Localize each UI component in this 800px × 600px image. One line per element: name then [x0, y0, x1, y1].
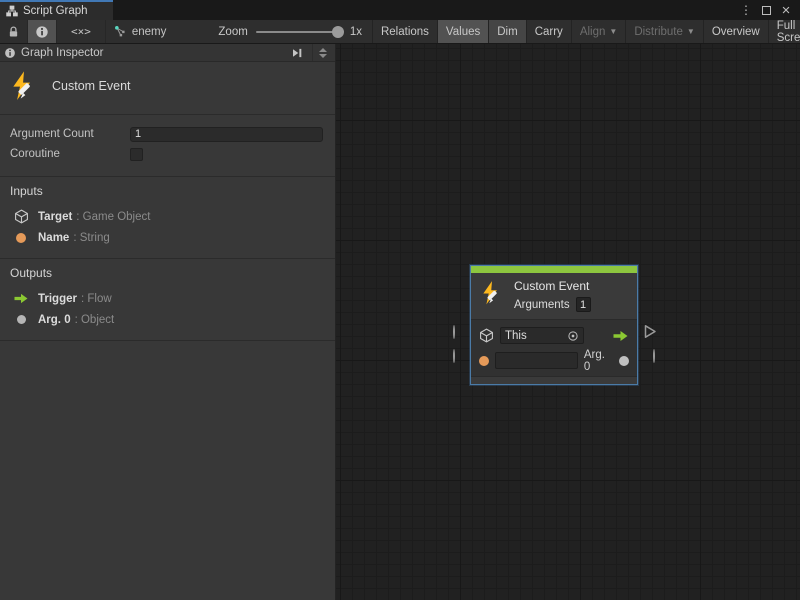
inspector-empty-area	[0, 341, 335, 600]
graph-inspector-panel: Graph Inspector	[0, 44, 336, 600]
output-row-arg0: Arg. 0 : Object	[10, 309, 325, 330]
unit-header: Custom Event	[0, 62, 335, 115]
arguments-count-field[interactable]: 1	[576, 297, 591, 312]
node-header[interactable]: Custom Event Arguments 1	[471, 273, 637, 320]
coroutine-label: Coroutine	[10, 148, 130, 160]
name-port-row: Arg. 0	[479, 350, 629, 371]
values-button[interactable]: Values	[437, 20, 488, 43]
arg0-label: Arg. 0	[584, 349, 614, 373]
custom-event-node[interactable]: Custom Event Arguments 1 This	[470, 265, 638, 385]
argument-count-row: Argument Count	[10, 124, 323, 144]
dock-icon	[291, 47, 304, 59]
input-row-name: Name : String	[10, 227, 325, 248]
coroutine-row: Coroutine	[10, 144, 323, 164]
target-this-dropdown[interactable]: This	[500, 327, 584, 344]
maximize-icon	[762, 6, 771, 15]
graph-inspector-header: Graph Inspector	[0, 44, 335, 62]
argument-count-input[interactable]	[130, 127, 323, 142]
string-port-icon	[16, 233, 26, 243]
input-row-target: Target : Game Object	[10, 206, 325, 227]
node-body: This	[471, 320, 637, 376]
inputs-section: Inputs Target : Game Object Name : Strin…	[0, 177, 335, 259]
unit-title: Custom Event	[52, 79, 131, 93]
lock-button[interactable]	[0, 20, 28, 43]
target-input-port[interactable]	[453, 326, 455, 338]
output-row-trigger: Trigger : Flow	[10, 288, 325, 309]
script-graph-window: Script Graph ⋮ × <×>	[0, 0, 800, 600]
name-input-port[interactable]	[453, 350, 455, 362]
game-object-cube-icon	[479, 328, 494, 343]
spinner-up-icon	[319, 48, 327, 52]
window-controls: ⋮ ×	[738, 0, 800, 20]
custom-event-icon	[8, 70, 40, 102]
info-icon	[35, 25, 49, 39]
lock-icon	[7, 25, 20, 39]
event-color-strip	[471, 266, 637, 273]
breadcrumb-label: enemy	[132, 26, 167, 38]
coroutine-checkbox[interactable]	[130, 148, 143, 161]
align-dropdown[interactable]: Align▼	[571, 20, 626, 43]
graph-breadcrumb-icon	[114, 25, 127, 38]
relations-button[interactable]: Relations	[372, 20, 437, 43]
target-picker-icon	[567, 330, 579, 342]
window-maximize-button[interactable]	[758, 2, 774, 18]
node-footer	[471, 376, 637, 384]
tab-bar: Script Graph ⋮ ×	[0, 0, 800, 20]
tab-script-graph[interactable]: Script Graph	[0, 0, 113, 20]
script-graph-icon	[6, 5, 18, 17]
overview-button[interactable]: Overview	[703, 20, 768, 43]
zoom-control: Zoom 1x	[174, 20, 372, 43]
dock-panel-button[interactable]	[288, 47, 307, 59]
zoom-value: 1x	[350, 26, 362, 38]
port-circle-icon	[653, 349, 655, 363]
csharp-preview-button[interactable]: <×>	[57, 20, 106, 43]
object-port-icon	[619, 356, 629, 366]
code-icon: <×>	[71, 25, 91, 38]
arg0-output-port[interactable]	[653, 350, 655, 362]
game-object-cube-icon	[14, 209, 29, 224]
node-arguments: Arguments 1	[514, 297, 591, 312]
outputs-header: Outputs	[10, 266, 325, 280]
inspector-spinner[interactable]	[312, 44, 331, 61]
port-circle-icon	[453, 349, 455, 363]
zoom-label: Zoom	[218, 26, 247, 38]
graph-toolbar: <×> enemy Zoom 1x Relations Values Dim C…	[0, 20, 800, 44]
zoom-slider[interactable]	[256, 31, 342, 33]
toolbar-right-group: Relations Values Dim Carry Align▼ Distri…	[372, 20, 800, 43]
unit-fields: Argument Count Coroutine	[0, 115, 335, 177]
string-port-icon	[479, 356, 489, 366]
content-area: Graph Inspector	[0, 44, 800, 600]
outputs-section: Outputs Trigger : Flow Arg. 0 : Object	[0, 259, 335, 341]
window-menu-button[interactable]: ⋮	[738, 2, 754, 18]
dim-button[interactable]: Dim	[488, 20, 525, 43]
fullscreen-button[interactable]: Full Screen	[768, 20, 800, 43]
zoom-slider-handle[interactable]	[332, 26, 344, 38]
custom-event-icon	[479, 279, 505, 307]
node-title: Custom Event	[514, 279, 591, 294]
port-circle-icon	[453, 325, 455, 339]
carry-button[interactable]: Carry	[526, 20, 571, 43]
inputs-header: Inputs	[10, 184, 325, 198]
trigger-flow-arrow-icon	[612, 329, 629, 343]
graph-canvas[interactable]: Custom Event Arguments 1 This	[336, 44, 800, 600]
target-port-row: This	[479, 325, 629, 346]
inspector-title: Graph Inspector	[21, 47, 283, 59]
name-value-input[interactable]	[495, 352, 578, 369]
window-close-button[interactable]: ×	[778, 2, 794, 18]
flow-arrow-icon	[13, 292, 29, 305]
port-triangle-icon	[644, 324, 657, 339]
arguments-label: Arguments	[514, 299, 570, 311]
tab-title: Script Graph	[23, 5, 88, 17]
chevron-down-icon: ▼	[609, 27, 617, 36]
object-port-icon	[17, 315, 26, 324]
distribute-dropdown[interactable]: Distribute▼	[625, 20, 703, 43]
breadcrumb[interactable]: enemy	[106, 20, 175, 43]
argument-count-label: Argument Count	[10, 128, 130, 140]
info-icon	[4, 47, 16, 59]
spinner-down-icon	[319, 54, 327, 58]
inspector-toggle-button[interactable]	[28, 20, 57, 43]
chevron-down-icon: ▼	[687, 27, 695, 36]
trigger-output-port[interactable]	[644, 324, 657, 342]
